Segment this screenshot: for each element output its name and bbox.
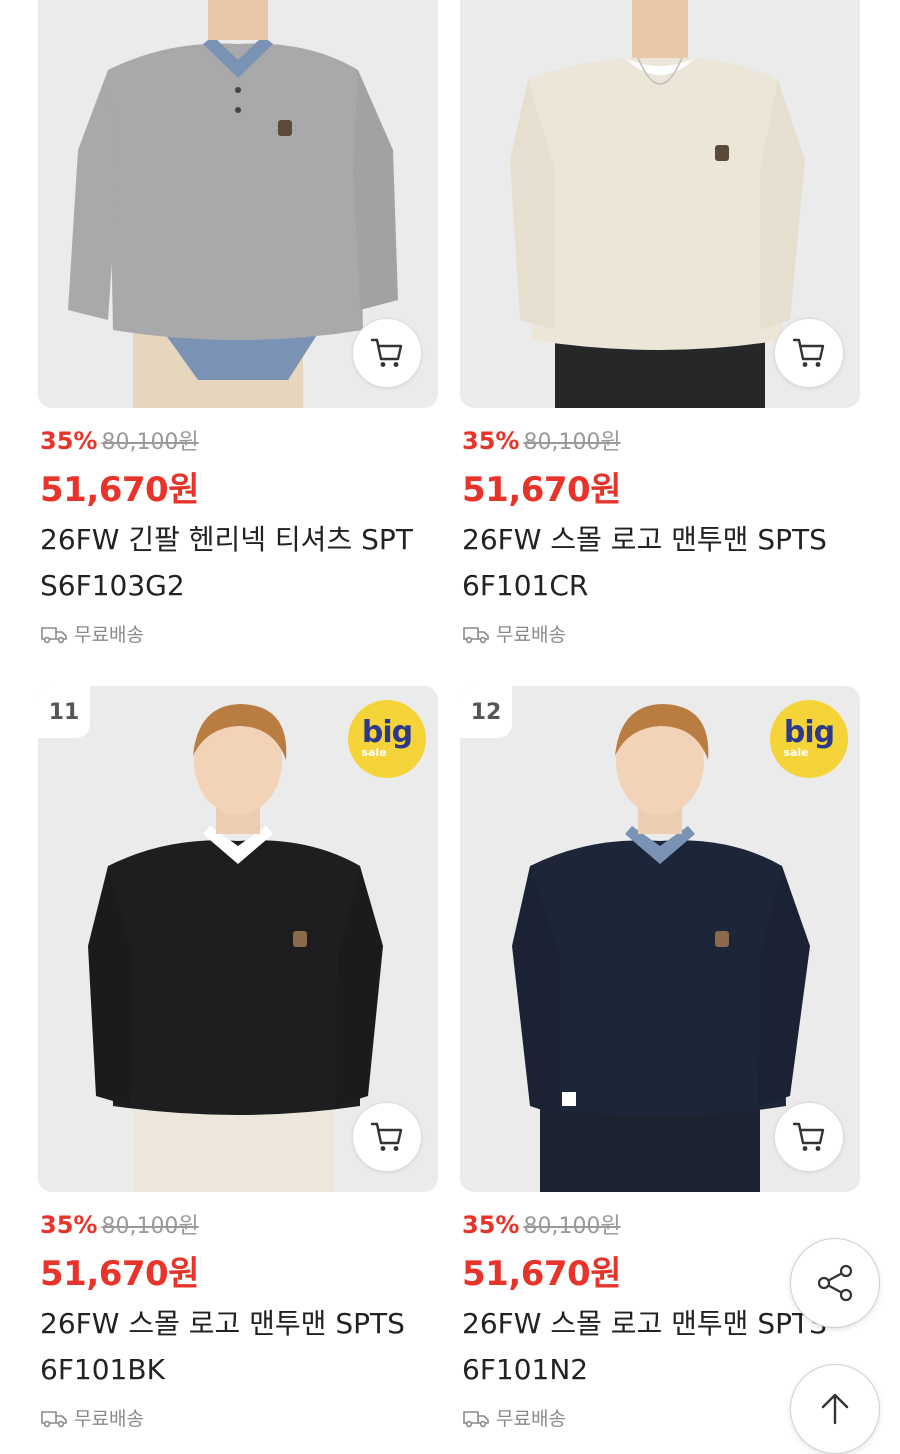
discount-rate: 35% (462, 427, 520, 455)
truck-icon (41, 626, 67, 643)
discount-rate: 35% (462, 1211, 520, 1239)
truck-icon (463, 626, 489, 643)
cart-icon (792, 338, 825, 367)
shipping-label: 무료배송 (74, 1408, 144, 1430)
original-price: 80,100원 (101, 430, 199, 455)
price-discount-line: 35% 80,100원 (462, 424, 621, 456)
shipping-label: 무료배송 (74, 624, 144, 646)
share-button[interactable] (790, 1238, 880, 1328)
big-sale-badge-text: big (783, 715, 835, 750)
cart-icon (370, 1122, 403, 1151)
shipping-info: 무료배송 (462, 620, 566, 647)
shipping-label: 무료배송 (496, 624, 566, 646)
shipping-info: 무료배송 (40, 1404, 144, 1431)
product-name[interactable]: 26FW 스몰 로고 맨투맨 SPTS6F101N2 (462, 1301, 842, 1393)
shipping-info: 무료배송 (40, 620, 144, 647)
rank-badge: 11 (38, 686, 90, 738)
product-name[interactable]: 26FW 스몰 로고 맨투맨 SPTS6F101BK (40, 1301, 420, 1393)
original-price: 80,100원 (101, 1214, 199, 1239)
original-price: 80,100원 (523, 430, 621, 455)
truck-icon (41, 1410, 67, 1427)
sale-price: 51,670원 (40, 1254, 199, 1294)
arrow-up-icon (821, 1393, 849, 1425)
product-name[interactable]: 26FW 긴팔 헨리넥 티셔츠 SPTS6F103G2 (40, 517, 420, 609)
sale-price: 51,670원 (462, 1254, 621, 1294)
add-to-cart-button[interactable] (774, 318, 844, 388)
add-to-cart-button[interactable] (774, 1102, 844, 1172)
truck-icon (463, 1410, 489, 1427)
product-image[interactable] (460, 0, 860, 408)
product-image[interactable] (38, 0, 438, 408)
share-icon (817, 1264, 853, 1302)
cart-icon (792, 1122, 825, 1151)
discount-rate: 35% (40, 427, 98, 455)
big-sale-badge: big sale (770, 700, 848, 778)
original-price: 80,100원 (523, 1214, 621, 1239)
sale-price: 51,670원 (462, 470, 621, 510)
shipping-info: 무료배송 (462, 1404, 566, 1431)
price-discount-line: 35% 80,100원 (462, 1208, 621, 1240)
product-image[interactable]: 12 big sale (460, 686, 860, 1192)
big-sale-badge-sub: sale (361, 746, 387, 759)
price-discount-line: 35% 80,100원 (40, 1208, 199, 1240)
sale-price: 51,670원 (40, 470, 199, 510)
discount-rate: 35% (40, 1211, 98, 1239)
cart-icon (370, 338, 403, 367)
big-sale-badge-sub: sale (783, 746, 809, 759)
big-sale-badge: big sale (348, 700, 426, 778)
rank-badge: 12 (460, 686, 512, 738)
product-name[interactable]: 26FW 스몰 로고 맨투맨 SPTS6F101CR (462, 517, 842, 609)
add-to-cart-button[interactable] (352, 318, 422, 388)
big-sale-badge-text: big (361, 715, 413, 750)
scroll-to-top-button[interactable] (790, 1364, 880, 1454)
add-to-cart-button[interactable] (352, 1102, 422, 1172)
price-discount-line: 35% 80,100원 (40, 424, 199, 456)
product-image[interactable]: 11 big sale (38, 686, 438, 1192)
shipping-label: 무료배송 (496, 1408, 566, 1430)
